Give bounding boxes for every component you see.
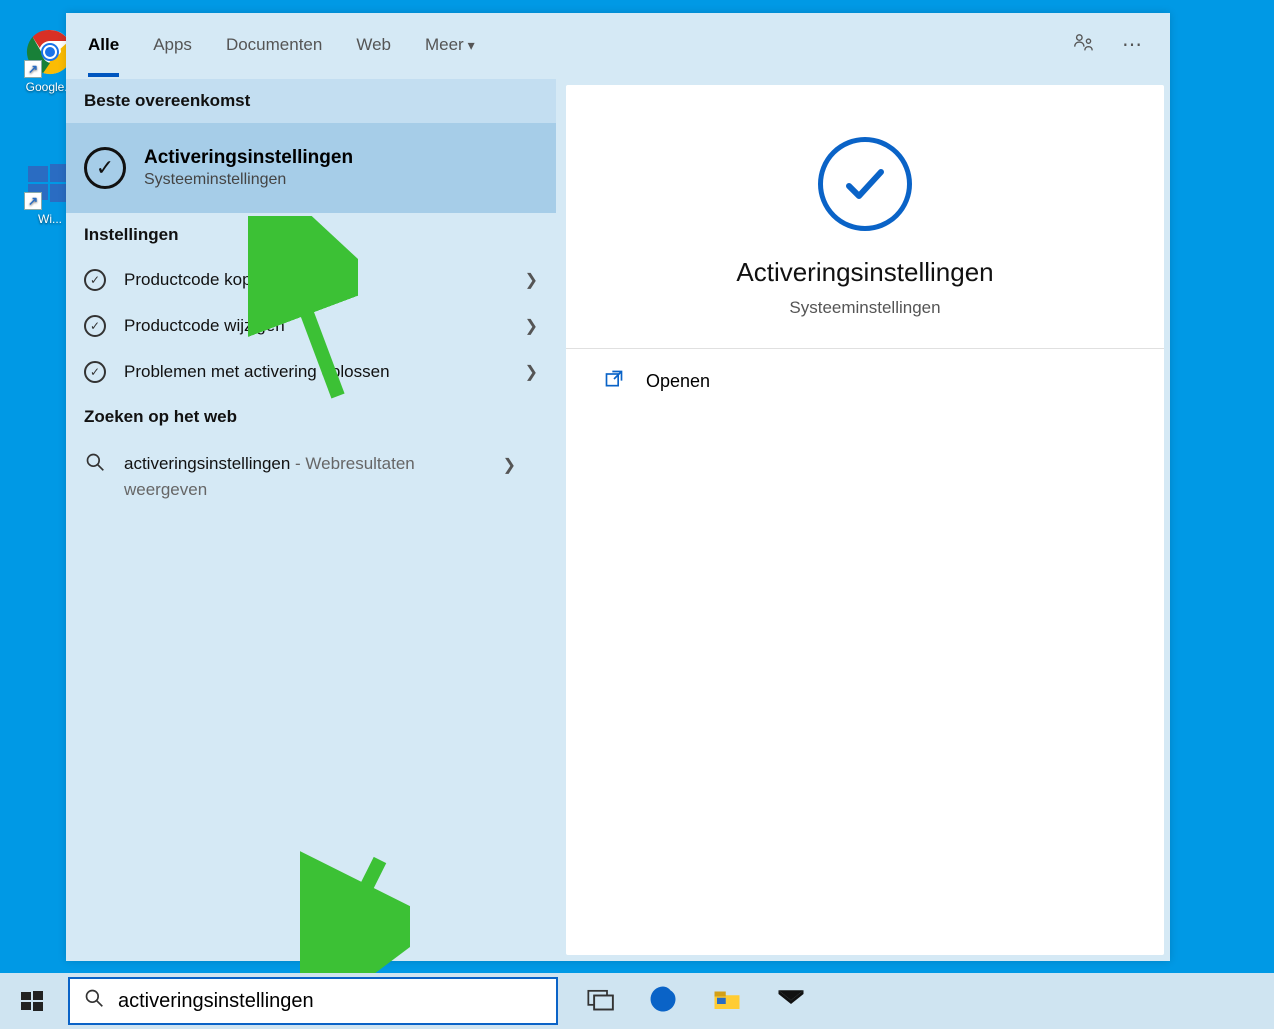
results-left-column: Beste overeenkomst ✓ Activeringsinstelli… — [66, 79, 556, 961]
result-label: Problemen met activering oplossen — [124, 362, 390, 382]
start-button[interactable] — [6, 977, 58, 1025]
result-web-search[interactable]: activeringsinstellingen - Webresultaten … — [66, 439, 556, 514]
preview-title: Activeringsinstellingen — [736, 257, 993, 288]
result-problemen-activering[interactable]: ✓ Problemen met activering oplossen ❯ — [66, 349, 556, 395]
tab-apps[interactable]: Apps — [153, 15, 192, 77]
result-productcode-wijzigen[interactable]: ✓ Productcode wijzigen ❯ — [66, 303, 556, 349]
heading-zoeken-web: Zoeken op het web — [66, 395, 556, 439]
file-explorer-icon[interactable] — [712, 984, 742, 1019]
check-circle-icon: ✓ — [84, 361, 106, 383]
feedback-icon[interactable] — [1072, 32, 1094, 60]
open-icon — [604, 369, 624, 394]
search-input[interactable] — [118, 990, 542, 1013]
result-label: Productcode kopen — [124, 270, 271, 290]
tab-web[interactable]: Web — [356, 15, 391, 77]
tab-documenten[interactable]: Documenten — [226, 15, 322, 77]
taskbar-search-box[interactable] — [68, 977, 558, 1025]
mail-icon[interactable] — [776, 984, 806, 1019]
search-panel: Alle Apps Documenten Web Meer ⋯ Beste ov… — [66, 13, 1170, 961]
chevron-right-icon: ❯ — [525, 362, 538, 382]
preview-subtitle: Systeeminstellingen — [789, 298, 940, 318]
chevron-right-icon: ❯ — [525, 270, 538, 290]
web-term: activeringsinstellingen — [124, 454, 290, 473]
windows-logo-icon — [20, 989, 44, 1013]
result-productcode-kopen[interactable]: ✓ Productcode kopen ❯ — [66, 257, 556, 303]
best-match-title: Activeringsinstellingen — [144, 147, 353, 169]
chevron-right-icon: ❯ — [525, 316, 538, 336]
open-label: Openen — [646, 371, 710, 392]
taskbar — [0, 973, 1274, 1029]
preview-pane: Activeringsinstellingen Systeeminstellin… — [566, 85, 1164, 955]
edge-icon[interactable] — [648, 984, 678, 1019]
more-options-icon[interactable]: ⋯ — [1122, 32, 1142, 60]
checkmark-circle-icon: ✓ — [84, 147, 126, 189]
chevron-right-icon: ❯ — [503, 455, 516, 475]
tab-alle[interactable]: Alle — [88, 15, 119, 77]
search-tabs: Alle Apps Documenten Web Meer ⋯ — [66, 13, 1170, 79]
check-circle-icon: ✓ — [84, 269, 106, 291]
heading-instellingen: Instellingen — [66, 213, 556, 257]
task-view-icon[interactable] — [586, 985, 614, 1018]
checkmark-circle-icon — [818, 137, 912, 231]
heading-best-match: Beste overeenkomst — [66, 79, 556, 123]
search-icon — [84, 988, 104, 1014]
search-icon — [84, 451, 106, 473]
check-circle-icon: ✓ — [84, 315, 106, 337]
action-open[interactable]: Openen — [566, 349, 1164, 414]
tab-meer[interactable]: Meer — [425, 15, 475, 77]
shortcut-arrow-icon: ↗ — [24, 60, 42, 78]
shortcut-arrow-icon: ↗ — [24, 192, 42, 210]
best-match-subtitle: Systeeminstellingen — [144, 171, 353, 189]
best-match-result[interactable]: ✓ Activeringsinstellingen Systeeminstell… — [66, 123, 556, 213]
result-label: Productcode wijzigen — [124, 316, 285, 336]
